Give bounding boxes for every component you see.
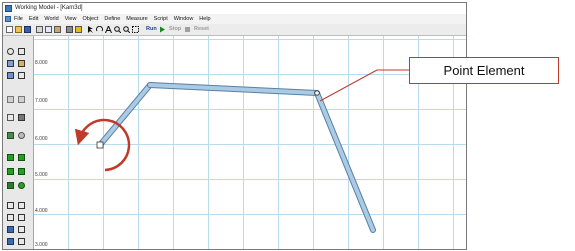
crank-link-fill (98, 83, 152, 147)
pivot-point[interactable] (96, 141, 104, 149)
point-element-marker[interactable] (314, 90, 320, 96)
callout-leader-line-diagonal (319, 69, 378, 102)
point-element-callout: Point Element (409, 57, 559, 84)
rocker-link-fill (315, 91, 375, 232)
mechanism-overlay (74, 69, 409, 233)
rotation-arrow-icon (74, 118, 131, 172)
